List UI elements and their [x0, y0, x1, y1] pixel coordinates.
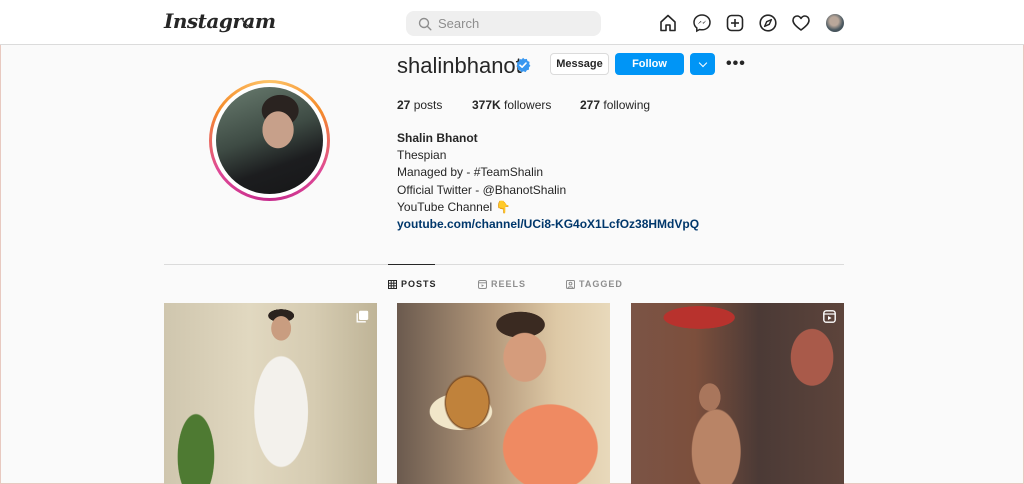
post-thumbnail[interactable]: [631, 303, 844, 484]
tabs-divider: [164, 264, 844, 265]
tab-reels[interactable]: REELS: [478, 279, 526, 289]
tab-label: REELS: [491, 279, 527, 289]
heart-icon[interactable]: [791, 13, 811, 33]
search-placeholder: Search: [438, 16, 480, 31]
profile-avatar-nav[interactable]: [826, 14, 844, 32]
bio-line: YouTube Channel 👇: [397, 199, 511, 214]
grid-icon: [388, 279, 397, 289]
carousel-icon: [356, 310, 369, 323]
following-count: 277: [580, 98, 601, 112]
profile-bio: Shalin Bhanot Thespian Managed by - #Tea…: [397, 130, 699, 233]
post-thumbnail[interactable]: [164, 303, 377, 484]
followers-count: 377K: [472, 98, 501, 112]
tab-tagged[interactable]: TAGGED: [566, 279, 623, 289]
bio-link[interactable]: youtube.com/channel/UCi8-KG4oX1LcfOz38HM…: [397, 216, 699, 233]
following-stat[interactable]: 277 following: [580, 98, 650, 112]
chevron-down-icon: [698, 58, 707, 67]
profile-username: shalinbhanot: [397, 53, 522, 78]
posts-count: 27: [397, 98, 411, 112]
more-options-icon[interactable]: •••: [726, 55, 746, 72]
new-post-icon[interactable]: [725, 13, 745, 33]
tab-posts[interactable]: POSTS: [388, 279, 437, 289]
instagram-logo[interactable]: Instagram: [164, 9, 276, 33]
followers-label: followers: [504, 98, 552, 112]
suggested-accounts-button[interactable]: [690, 53, 715, 75]
full-name: Shalin Bhanot: [397, 131, 478, 145]
following-label: following: [603, 98, 651, 112]
bio-line: Managed by - #TeamShalin: [397, 165, 544, 180]
messenger-icon[interactable]: [692, 13, 712, 33]
bio-line: Official Twitter - @BhanotShalin: [397, 182, 567, 197]
bio-line: Thespian: [397, 148, 447, 163]
followers-stat[interactable]: 377K followers: [472, 98, 551, 112]
tab-label: POSTS: [401, 279, 437, 289]
home-icon[interactable]: [658, 13, 678, 33]
active-tab-indicator: [388, 264, 435, 265]
posts-stat: 27 posts: [397, 98, 442, 112]
message-button[interactable]: Message: [550, 53, 609, 75]
explore-icon[interactable]: [758, 13, 778, 33]
reel-icon: [823, 310, 836, 323]
follow-button[interactable]: Follow: [615, 53, 684, 75]
posts-label: posts: [413, 98, 443, 112]
tagged-icon: [566, 279, 575, 289]
reels-icon: [478, 279, 487, 289]
post-thumbnail[interactable]: [397, 303, 610, 484]
search-input[interactable]: Search: [406, 11, 601, 36]
verified-badge-icon: [516, 57, 531, 73]
search-icon: [418, 17, 432, 31]
profile-photo: [216, 87, 323, 194]
top-nav: Instagram Search: [0, 0, 1024, 45]
profile-picture[interactable]: [209, 80, 330, 201]
tab-label: TAGGED: [579, 279, 623, 289]
